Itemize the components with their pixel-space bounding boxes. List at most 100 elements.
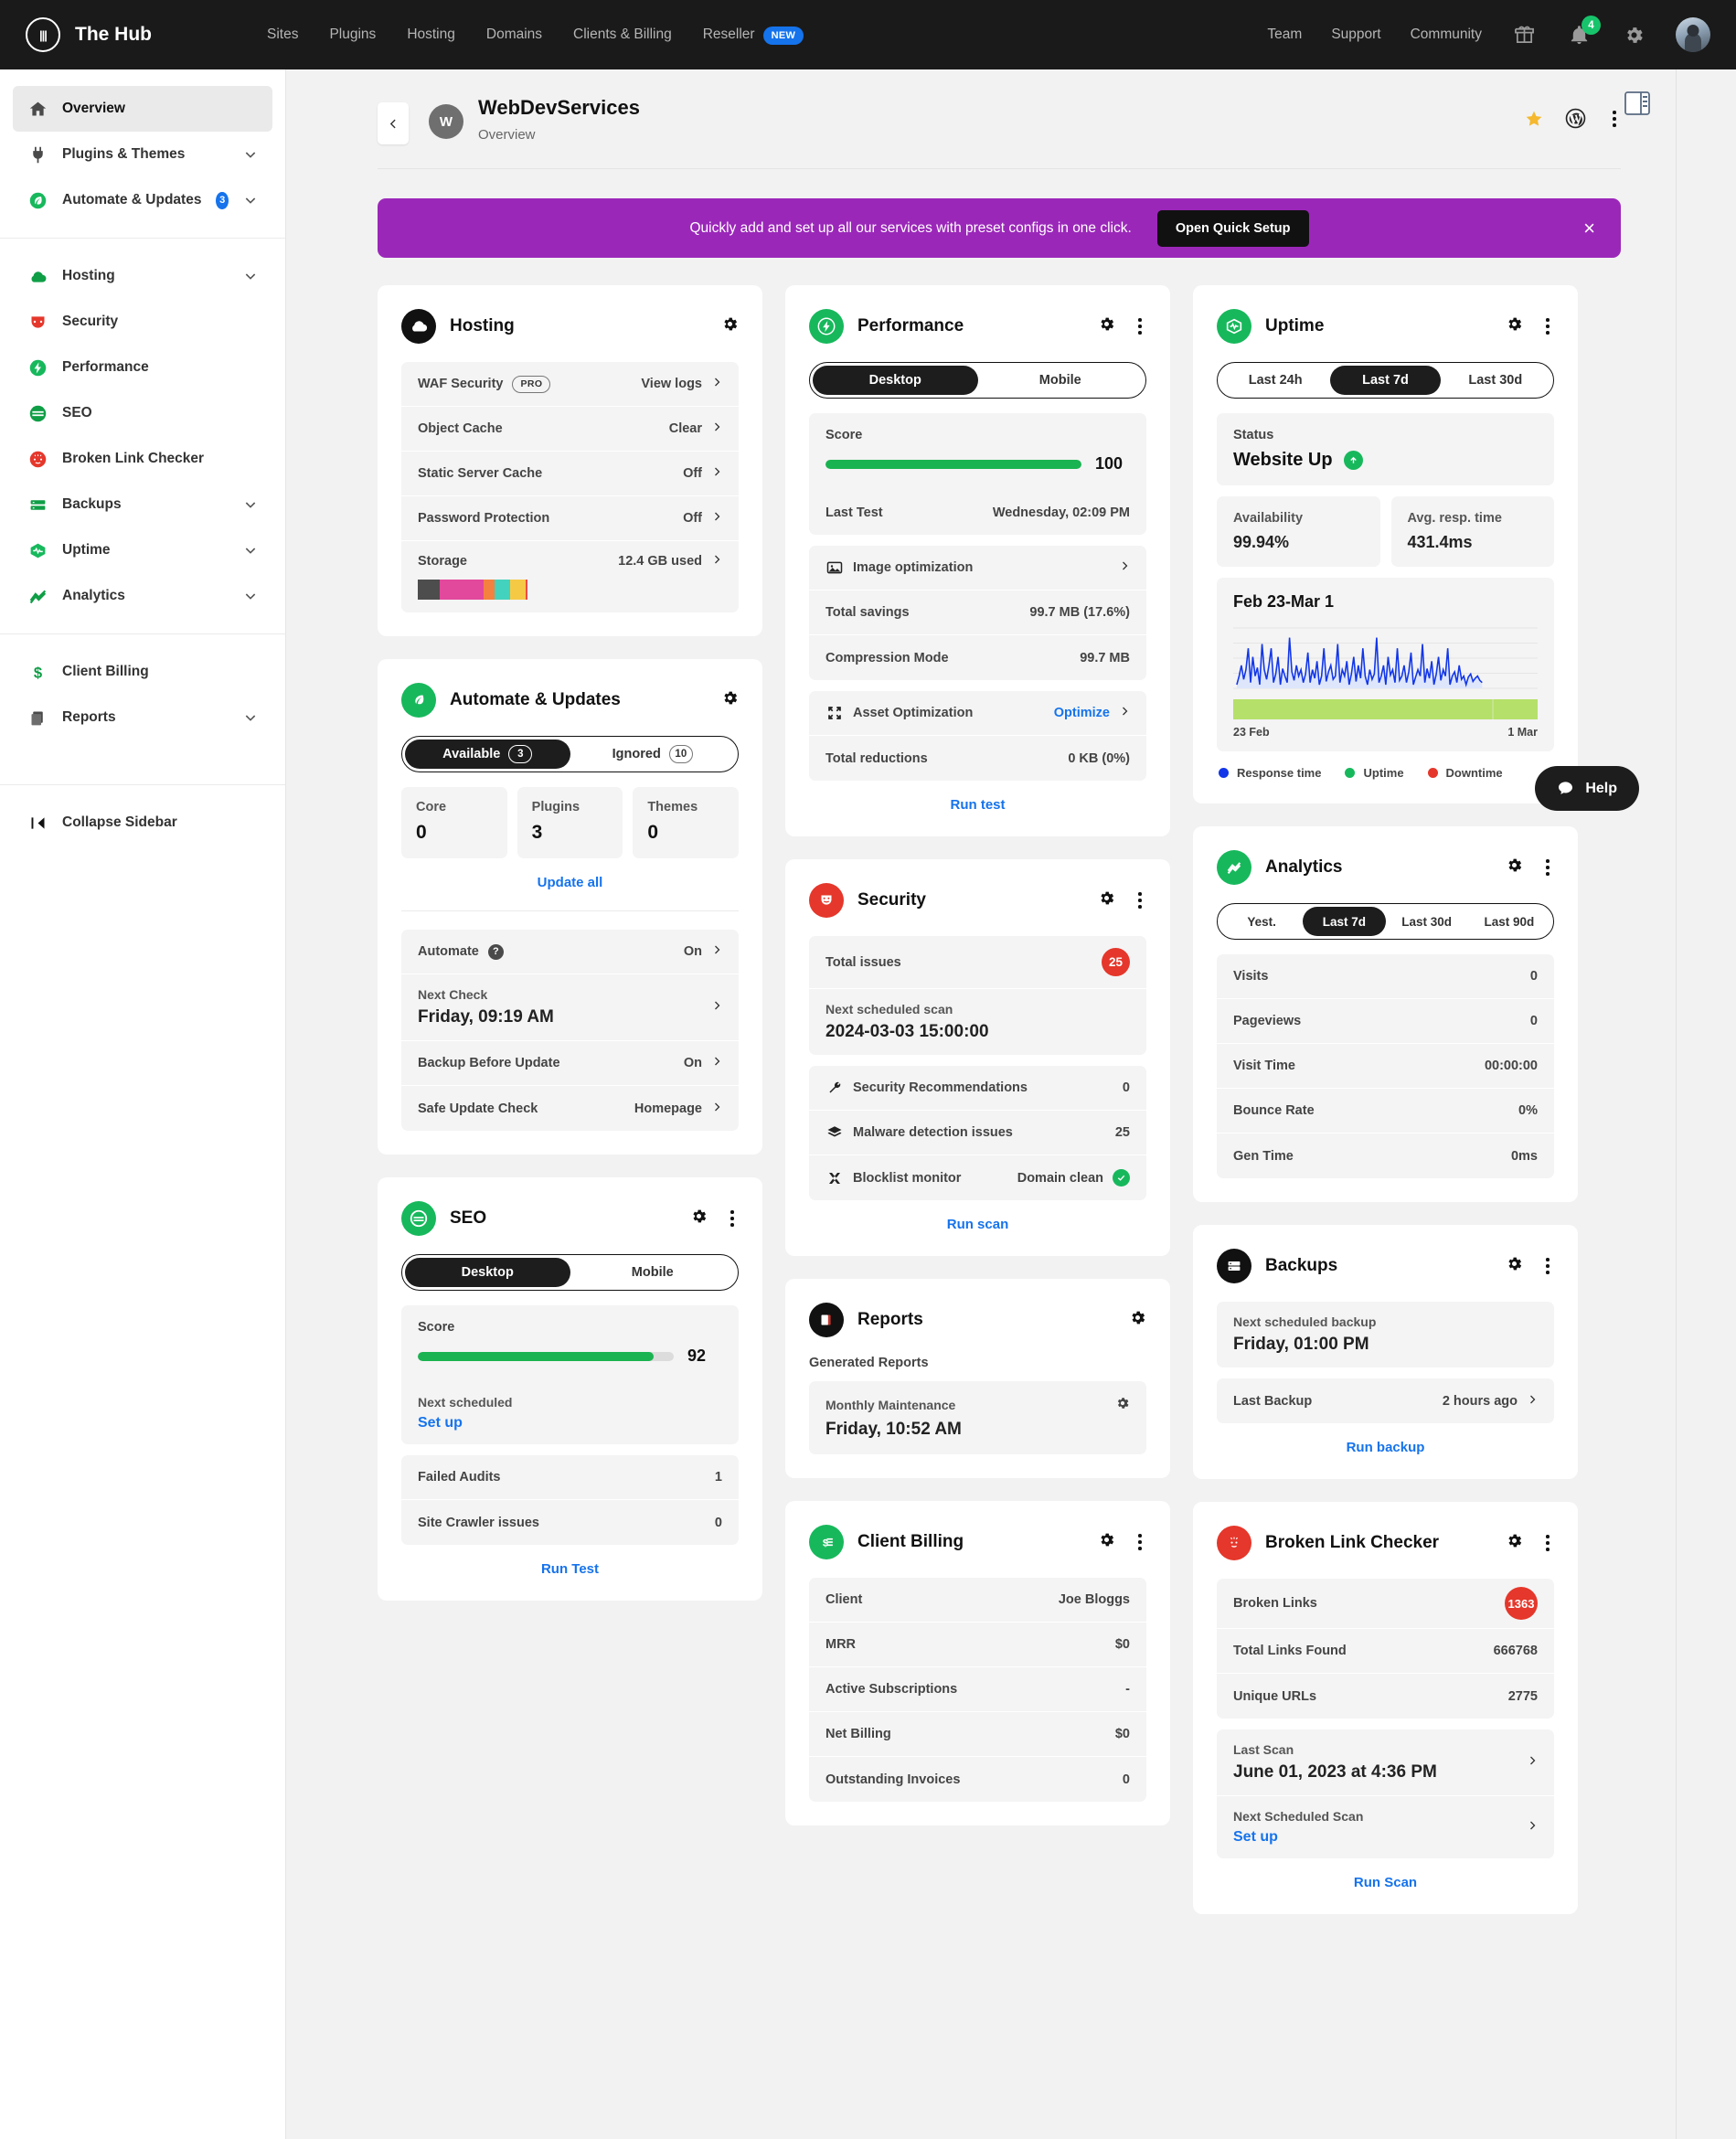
nav-item-sites[interactable]: Sites [267,27,298,43]
sidebar-item-overview[interactable]: Overview [13,86,272,132]
gear-icon[interactable] [721,689,739,711]
gear-icon[interactable] [1098,1531,1115,1553]
collapse-sidebar-button[interactable]: Collapse Sidebar [13,800,272,846]
sidebar-item-analytics[interactable]: Analytics [13,573,272,619]
reports-item-monthly-maintenance[interactable]: Monthly Maintenance Friday, 10:52 AM [809,1381,1146,1454]
hosting-row-static-server-cache[interactable]: Static Server Cache Off [401,452,739,496]
uptime-more-menu-button[interactable] [1541,315,1554,337]
seo-run-test-link[interactable]: Run Test [401,1545,739,1577]
security-run-scan-link[interactable]: Run scan [809,1200,1146,1232]
nav-item-team[interactable]: Team [1267,27,1302,43]
toggle-right-panel-button[interactable] [1624,91,1650,115]
gear-icon[interactable] [690,1208,708,1229]
help-question-icon[interactable]: ? [487,943,504,960]
security-row-recommendations[interactable]: Security Recommendations 0 [809,1066,1146,1111]
performance-row-image-optimization[interactable]: Image optimization [809,546,1146,591]
tile-plugins[interactable]: Plugins 3 [517,787,623,858]
backups-run-backup-link[interactable]: Run backup [1217,1423,1554,1455]
gear-icon[interactable] [1506,857,1523,878]
blc-row-next-scan[interactable]: Next Scheduled Scan Set up [1217,1796,1554,1858]
open-quick-setup-button[interactable]: Open Quick Setup [1156,209,1309,247]
hosting-row-object-cache[interactable]: Object Cache Clear [401,407,739,452]
gift-icon[interactable] [1511,22,1537,48]
sidebar-item-reports[interactable]: Reports [13,695,272,740]
chevron-down-icon[interactable] [243,589,258,603]
sidebar-item-broken-link-checker[interactable]: Broken Link Checker [13,436,272,482]
nav-item-plugins[interactable]: Plugins [329,27,376,43]
chevron-down-icon[interactable] [243,710,258,725]
tab-available[interactable]: Available 3 [405,740,570,769]
uptime-tab-30d[interactable]: Last 30d [1441,366,1550,395]
security-more-menu-button[interactable] [1134,889,1146,911]
nav-item-hosting[interactable]: Hosting [407,27,455,43]
gear-icon[interactable] [1098,889,1115,911]
performance-run-test-link[interactable]: Run test [809,781,1146,813]
nav-item-support[interactable]: Support [1331,27,1380,43]
performance-tab-desktop[interactable]: Desktop [813,366,978,395]
update-all-link[interactable]: Update all [401,858,739,890]
seo-row-failed-audits[interactable]: Failed Audits 1 [401,1455,739,1500]
nav-item-community[interactable]: Community [1411,27,1482,43]
seo-tab-mobile[interactable]: Mobile [570,1258,736,1287]
chevron-down-icon[interactable] [243,497,258,512]
backups-row-last-backup[interactable]: Last Backup 2 hours ago [1217,1378,1554,1423]
gear-icon[interactable] [721,315,739,337]
gear-icon[interactable] [1129,1309,1146,1331]
seo-row-site-crawler-issues[interactable]: Site Crawler issues 0 [401,1500,739,1545]
sidebar-item-plugins-themes[interactable]: Plugins & Themes [13,132,272,177]
nav-item-domains[interactable]: Domains [486,27,542,43]
nav-item-reseller[interactable]: Reseller NEW [703,27,804,45]
gear-icon[interactable] [1506,1532,1523,1554]
hosting-row-waf-security[interactable]: WAF Security PRO View logs [401,362,739,407]
chevron-down-icon[interactable] [243,269,258,283]
settings-gear-icon[interactable] [1621,22,1646,48]
favorite-star-icon[interactable] [1525,110,1543,128]
client-billing-more-menu-button[interactable] [1134,1531,1146,1553]
automate-row-automate[interactable]: Automate? On [401,930,739,974]
hosting-row-password-protection[interactable]: Password Protection Off [401,496,739,541]
security-row-malware[interactable]: Malware detection issues 25 [809,1111,1146,1155]
tile-themes[interactable]: Themes 0 [633,787,739,858]
brand[interactable]: ||| The Hub [26,17,245,52]
sidebar-item-hosting[interactable]: Hosting [13,253,272,299]
automate-row-safe-update-check[interactable]: Safe Update Check Homepage [401,1086,739,1131]
uptime-tab-24h[interactable]: Last 24h [1220,366,1330,395]
seo-more-menu-button[interactable] [726,1208,739,1229]
sidebar-item-security[interactable]: Security [13,299,272,345]
sidebar-item-backups[interactable]: Backups [13,482,272,527]
blc-run-scan-link[interactable]: Run Scan [1217,1858,1554,1890]
sidebar-item-uptime[interactable]: Uptime [13,527,272,573]
chevron-down-icon[interactable] [243,543,258,558]
automate-row-next-check[interactable]: Next Check Friday, 09:19 AM [401,974,739,1041]
seo-next-scheduled-link[interactable]: Set up [418,1415,722,1431]
chevron-down-icon[interactable] [243,147,258,162]
sidebar-item-seo[interactable]: SEO [13,390,272,436]
backups-more-menu-button[interactable] [1541,1255,1554,1277]
security-row-blocklist[interactable]: Blocklist monitor Domain clean [809,1155,1146,1200]
analytics-more-menu-button[interactable] [1541,857,1554,878]
notifications-bell-icon[interactable]: 4 [1566,16,1601,48]
performance-asset-opt-action[interactable]: Optimize [1054,706,1110,720]
analytics-tab-30d[interactable]: Last 30d [1386,907,1468,936]
tile-core[interactable]: Core 0 [401,787,507,858]
blc-more-menu-button[interactable] [1541,1532,1554,1554]
gear-icon[interactable] [1506,1255,1523,1277]
back-button[interactable] [378,102,409,144]
tab-ignored[interactable]: Ignored 10 [570,740,736,769]
page-more-menu-button[interactable] [1608,108,1621,130]
user-avatar[interactable] [1676,17,1710,52]
blc-row-last-scan[interactable]: Last Scan June 01, 2023 at 4:36 PM [1217,1729,1554,1796]
sidebar-item-performance[interactable]: Performance [13,345,272,390]
gear-icon[interactable] [1115,1396,1130,1414]
sidebar-item-client-billing[interactable]: $ Client Billing [13,649,272,695]
wordpress-icon[interactable] [1565,108,1586,129]
close-icon[interactable]: × [1583,218,1595,239]
chevron-down-icon[interactable] [243,193,258,208]
seo-row-next-scheduled[interactable]: Next scheduled Set up [401,1382,739,1444]
help-button[interactable]: Help [1535,766,1639,811]
sidebar-item-automate-updates[interactable]: Automate & Updates 3 [13,177,272,223]
uptime-tab-7d[interactable]: Last 7d [1330,366,1441,395]
seo-tab-desktop[interactable]: Desktop [405,1258,570,1287]
analytics-tab-90d[interactable]: Last 90d [1468,907,1550,936]
gear-icon[interactable] [1098,315,1115,337]
